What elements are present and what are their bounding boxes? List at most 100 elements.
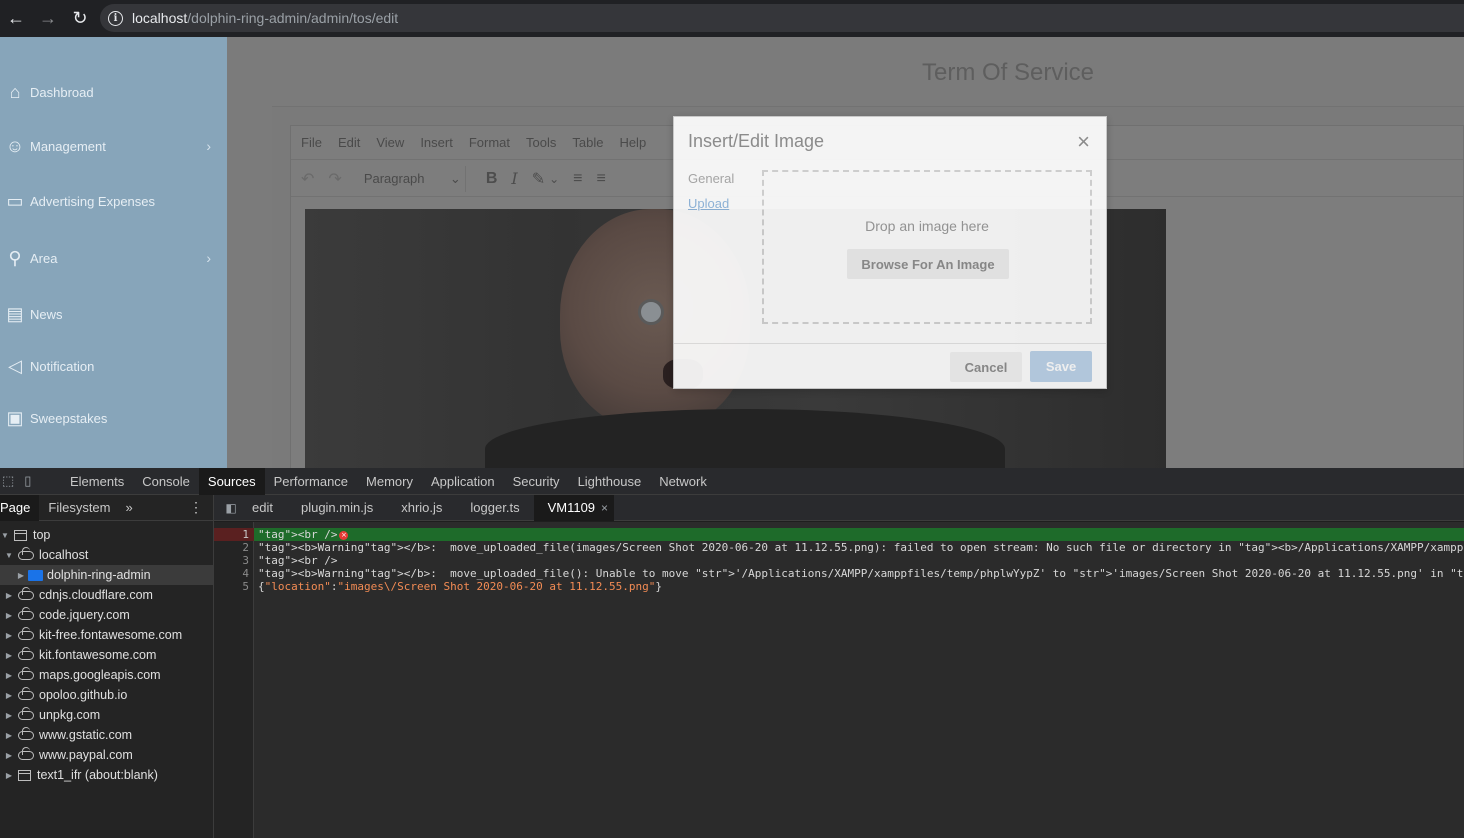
tab-general[interactable]: General	[688, 171, 734, 186]
kebab-menu-icon[interactable]: ⋮	[189, 499, 203, 516]
tree-node[interactable]: ▶ unpkg.com	[0, 705, 213, 725]
sidebar-item-dashbroad[interactable]: ⌂ Dashbroad	[0, 77, 227, 107]
tree-node[interactable]: ▶ kit.fontawesome.com	[0, 645, 213, 665]
address-bar[interactable]: i localhost/dolphin-ring-admin/admin/tos…	[100, 4, 1464, 32]
sidebar-item-advertising-expenses[interactable]: ▭ Advertising Expenses	[0, 186, 227, 216]
menu-format[interactable]: Format	[469, 135, 510, 150]
browse-image-button[interactable]: Browse For An Image	[847, 249, 1009, 279]
back-button[interactable]: ←	[0, 0, 32, 37]
collapsed-triangle-icon[interactable]: ▶	[4, 591, 14, 600]
block-format-select[interactable]: Paragraph ⌄	[356, 165, 466, 192]
file-tab[interactable]: logger.ts	[456, 495, 533, 521]
tab-security[interactable]: Security	[504, 468, 569, 495]
tree-node[interactable]: ▼ localhost	[0, 545, 213, 565]
sidebar-item-news[interactable]: ▤ News	[0, 299, 227, 329]
url-text[interactable]: localhost/dolphin-ring-admin/admin/tos/e…	[132, 10, 398, 26]
cloud-icon	[18, 546, 34, 560]
sidebar-item-label: Management	[30, 138, 106, 154]
tree-node[interactable]: ▶ maps.googleapis.com	[0, 665, 213, 685]
tab-page[interactable]: Page	[0, 494, 40, 521]
menu-file[interactable]: File	[301, 135, 322, 150]
undo-icon[interactable]: ↶	[301, 169, 314, 189]
tree-node[interactable]: ▶ dolphin-ring-admin	[0, 565, 213, 585]
tree-node-label: opoloo.github.io	[39, 688, 128, 702]
align-left-icon[interactable]: ≡	[573, 170, 582, 188]
code-line[interactable]: "tag"><b>Warning"tag"></b>: move_uploade…	[254, 567, 1464, 580]
collapsed-triangle-icon[interactable]: ▶	[4, 691, 14, 700]
error-icon[interactable]: ×	[339, 530, 349, 540]
file-tab[interactable]: plugin.min.js	[287, 495, 387, 521]
menu-insert[interactable]: Insert	[420, 135, 453, 150]
tree-node[interactable]: ▶ text1_ifr (about:blank)	[0, 765, 213, 785]
collapsed-triangle-icon[interactable]: ▶	[4, 771, 14, 780]
collapsed-triangle-icon[interactable]: ▶	[4, 751, 14, 760]
bold-icon[interactable]: B	[486, 170, 498, 188]
tab-filesystem[interactable]: Filesystem	[39, 495, 119, 521]
forward-button[interactable]: →	[32, 0, 64, 37]
tab-performance[interactable]: Performance	[265, 468, 357, 495]
tab-network[interactable]: Network	[650, 468, 716, 495]
collapsed-triangle-icon[interactable]: ▶	[4, 731, 14, 740]
expanded-triangle-icon[interactable]: ▼	[4, 551, 14, 560]
close-icon[interactable]: ×	[1077, 129, 1090, 155]
sidebar-item-management[interactable]: ☺ Management ›	[0, 131, 227, 161]
toggle-navigator-icon[interactable]: ◧	[214, 495, 248, 521]
collapsed-triangle-icon[interactable]: ▶	[16, 571, 26, 580]
line-number: 4	[242, 567, 249, 580]
close-icon[interactable]: ×	[601, 501, 608, 515]
menu-table[interactable]: Table	[572, 135, 603, 150]
tree-node[interactable]: ▶ code.jquery.com	[0, 605, 213, 625]
menu-help[interactable]: Help	[619, 135, 646, 150]
tree-node[interactable]: ▶ www.gstatic.com	[0, 725, 213, 745]
code-line[interactable]: "tag"><br /> ×	[254, 528, 1464, 541]
expanded-triangle-icon[interactable]: ▼	[0, 531, 10, 540]
code-area[interactable]: "tag"><br /> × "tag"><b>Warning"tag"></b>:…	[254, 522, 1464, 838]
inspect-element-icon[interactable]: ⬚	[2, 473, 14, 489]
collapsed-triangle-icon[interactable]: ▶	[4, 611, 14, 620]
file-tab[interactable]: xhrio.js	[387, 495, 456, 521]
align-center-icon[interactable]: ≡	[597, 170, 606, 188]
tree-node[interactable]: ▶ cdnjs.cloudflare.com	[0, 585, 213, 605]
tree-node-label: www.gstatic.com	[39, 728, 133, 742]
menu-edit[interactable]: Edit	[338, 135, 360, 150]
cancel-button[interactable]: Cancel	[950, 352, 1022, 382]
line-gutter: 12345	[214, 522, 254, 838]
tab-sources[interactable]: Sources	[198, 467, 265, 495]
tree-node[interactable]: ▶ kit-free.fontawesome.com	[0, 625, 213, 645]
tree-node[interactable]: ▼ top	[0, 525, 213, 545]
site-info-icon[interactable]: i	[108, 10, 123, 26]
menu-tools[interactable]: Tools	[526, 135, 556, 150]
redo-icon[interactable]: ↷	[328, 169, 341, 189]
tab-upload[interactable]: Upload	[688, 196, 729, 211]
sidebar-item-sweepstakes[interactable]: ▣ Sweepstakes	[0, 403, 227, 433]
collapsed-triangle-icon[interactable]: ▶	[4, 671, 14, 680]
reload-button[interactable]: ↻	[64, 0, 96, 37]
chevron-down-icon[interactable]: ⌄	[549, 172, 559, 186]
more-tabs-icon[interactable]: »	[120, 500, 139, 515]
tab-console[interactable]: Console	[133, 468, 199, 495]
file-tab[interactable]: VM1109 ×	[533, 494, 615, 521]
menu-view[interactable]: View	[376, 135, 404, 150]
tree-node-label: unpkg.com	[39, 708, 101, 722]
collapsed-triangle-icon[interactable]: ▶	[4, 711, 14, 720]
cloud-icon	[18, 706, 34, 720]
image-dropzone[interactable]: Drop an image here Browse For An Image	[762, 170, 1092, 324]
tree-node[interactable]: ▶ opoloo.github.io	[0, 685, 213, 705]
collapsed-triangle-icon[interactable]: ▶	[4, 651, 14, 660]
tab-elements[interactable]: Elements	[61, 468, 133, 495]
device-toolbar-icon[interactable]: ▯	[24, 473, 31, 489]
tree-node[interactable]: ▶ www.paypal.com	[0, 745, 213, 765]
code-line[interactable]: "tag"><b>Warning"tag"></b>: move_uploade…	[254, 541, 1464, 554]
tab-memory[interactable]: Memory	[357, 468, 422, 495]
italic-icon[interactable]: I	[511, 169, 517, 188]
save-button[interactable]: Save	[1030, 351, 1092, 382]
sidebar-item-notification[interactable]: ◁ Notification	[0, 351, 227, 381]
sidebar-item-area[interactable]: ⚲ Area ›	[0, 243, 227, 273]
tab-lighthouse[interactable]: Lighthouse	[569, 468, 651, 495]
tab-application[interactable]: Application	[422, 468, 504, 495]
collapsed-triangle-icon[interactable]: ▶	[4, 631, 14, 640]
file-tab[interactable]: edit	[248, 495, 287, 521]
code-line[interactable]: "tag"><br />	[254, 554, 1464, 567]
highlight-icon[interactable]: ✎	[532, 169, 545, 189]
code-line[interactable]: {"location":"images\/Screen Shot 2020-06…	[254, 580, 1464, 593]
